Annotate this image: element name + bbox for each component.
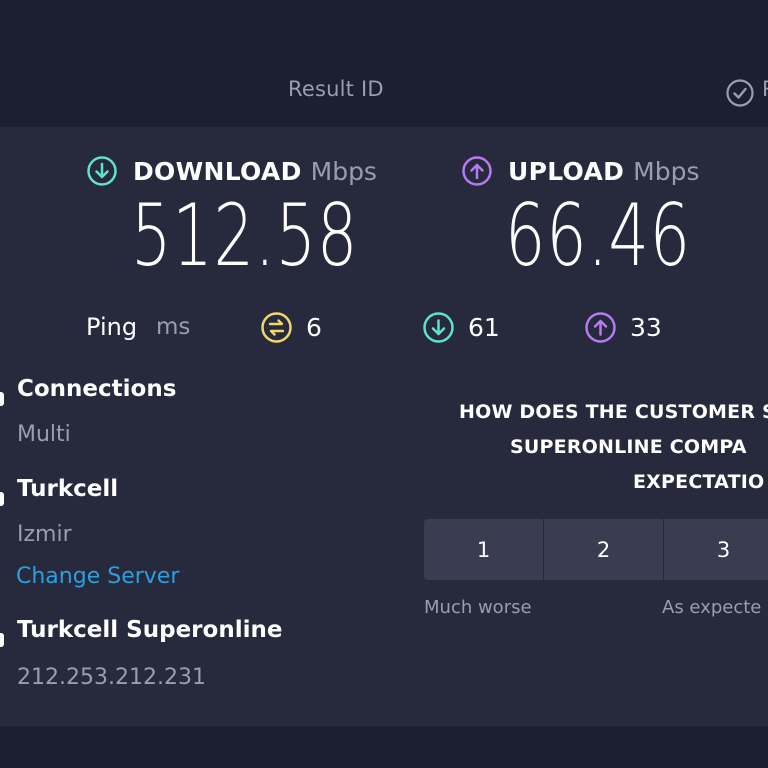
isp-name: Turkcell Superonline bbox=[17, 617, 283, 643]
top-bar: Result ID R bbox=[0, 0, 768, 127]
scale-mid-label: As expecte bbox=[662, 597, 762, 618]
upload-latency-icon bbox=[585, 312, 616, 343]
connections-title: Connections bbox=[17, 376, 177, 402]
upload-label: UPLOAD bbox=[508, 156, 625, 186]
ping-upload: 33 bbox=[584, 311, 662, 344]
download-unit: Mbps bbox=[310, 156, 377, 186]
survey-question-line: HOW DOES THE CUSTOMER S bbox=[459, 401, 768, 423]
rating-scale: 1 2 3 bbox=[424, 519, 768, 580]
ping-upload-value: 33 bbox=[630, 313, 662, 342]
upload-header: UPLOAD Mbps bbox=[461, 155, 700, 187]
ping-download: 61 bbox=[422, 311, 500, 344]
isp-icon bbox=[0, 633, 4, 647]
rating-option-3[interactable]: 3 bbox=[664, 519, 768, 580]
bottom-bar bbox=[0, 726, 768, 768]
ping-idle-value: 6 bbox=[306, 313, 322, 342]
rating-option-2[interactable]: 2 bbox=[544, 519, 663, 580]
server-location: Izmir bbox=[17, 522, 72, 547]
download-speed-value: 512.58 bbox=[131, 186, 359, 286]
connections-value[interactable]: Multi bbox=[17, 422, 71, 447]
survey-question-line: EXPECTATIO bbox=[633, 471, 765, 493]
download-latency-icon bbox=[423, 312, 454, 343]
ping-label: Ping bbox=[86, 313, 138, 341]
scale-low-label: Much worse bbox=[424, 597, 532, 618]
idle-latency-icon bbox=[261, 312, 292, 343]
result-id-label: Result ID bbox=[288, 77, 384, 101]
change-server-link[interactable]: Change Server bbox=[16, 564, 179, 589]
rating-option-1[interactable]: 1 bbox=[424, 519, 543, 580]
upload-speed-value: 66.46 bbox=[505, 186, 691, 286]
upload-unit: Mbps bbox=[633, 156, 700, 186]
ip-address: 212.253.212.231 bbox=[17, 665, 206, 690]
download-arrow-icon bbox=[87, 156, 117, 186]
connections-icon bbox=[0, 392, 4, 406]
result-id-value-cutoff: R bbox=[762, 77, 768, 101]
ping-download-value: 61 bbox=[468, 313, 500, 342]
server-provider: Turkcell bbox=[17, 476, 119, 502]
upload-arrow-icon bbox=[462, 156, 492, 186]
server-icon bbox=[0, 492, 4, 506]
download-header: DOWNLOAD Mbps bbox=[86, 155, 377, 187]
ping-unit: ms bbox=[156, 314, 191, 340]
ping-idle: 6 bbox=[260, 311, 322, 344]
check-circle-icon[interactable] bbox=[725, 78, 755, 108]
survey-question: HOW DOES THE CUSTOMER S SUPERONLINE COMP… bbox=[398, 395, 768, 500]
survey-question-line: SUPERONLINE COMPA bbox=[510, 436, 747, 458]
download-label: DOWNLOAD bbox=[133, 156, 302, 186]
